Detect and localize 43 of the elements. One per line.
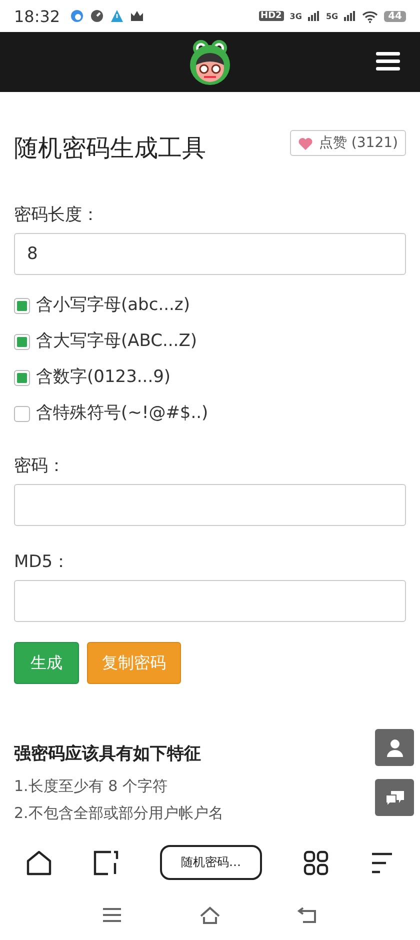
signal-icon [344, 11, 356, 21]
length-label: 密码长度： [14, 204, 100, 227]
page-title: 随机密码生成工具 [14, 133, 206, 164]
user-button[interactable] [375, 729, 414, 766]
checkbox[interactable] [14, 370, 30, 386]
tip-text: 1.长度至少有 8 个字符 [14, 776, 168, 797]
checkbox-label: 含小写字母(abc...z) [36, 294, 190, 317]
back-icon[interactable] [297, 906, 319, 924]
length-input-field[interactable]: 8 [14, 233, 406, 275]
mascot-drawing [187, 38, 233, 86]
comment-button[interactable] [375, 779, 414, 816]
checkbox[interactable] [14, 406, 30, 422]
password-output-field[interactable] [14, 484, 406, 526]
home-icon[interactable] [26, 850, 52, 876]
grid-icon[interactable] [303, 850, 329, 876]
user-icon [386, 738, 404, 756]
tip-text: 2.不包含全部或部分用户帐户名 [14, 803, 224, 824]
app-notification-icon [70, 9, 84, 23]
gauge-icon [90, 9, 104, 23]
checkbox-label: 含特殊符号(~!@#$..) [36, 402, 208, 425]
crown-icon [130, 9, 144, 23]
current-tab[interactable]: 随机密码… [160, 845, 262, 880]
like-button[interactable]: 点赞 (3121) [290, 130, 406, 156]
warning-icon [110, 9, 124, 23]
wifi-icon [362, 10, 378, 22]
checkbox-label: 含大写字母(ABC...Z) [36, 330, 197, 353]
password-label: 密码： [14, 455, 66, 478]
network-type: 5G [326, 12, 338, 20]
tips-heading: 强密码应该具有如下特征 [14, 743, 201, 765]
network-type: 3G [290, 12, 302, 20]
md5-output-field[interactable] [14, 580, 406, 622]
signal-icon [308, 11, 320, 21]
battery-level: 44 [384, 10, 406, 22]
hd-indicator: HD2 [258, 11, 284, 21]
chat-bubbles-icon [384, 788, 404, 806]
md5-label: MD5： [14, 551, 71, 574]
menu-icon[interactable] [376, 51, 400, 71]
clock-time: 18:32 [14, 6, 60, 26]
checkbox[interactable] [14, 334, 30, 350]
tabs-icon[interactable] [93, 850, 119, 876]
checkbox-label: 含数字(0123...9) [36, 366, 171, 389]
heart-icon [298, 136, 313, 150]
checkbox[interactable] [14, 298, 30, 314]
